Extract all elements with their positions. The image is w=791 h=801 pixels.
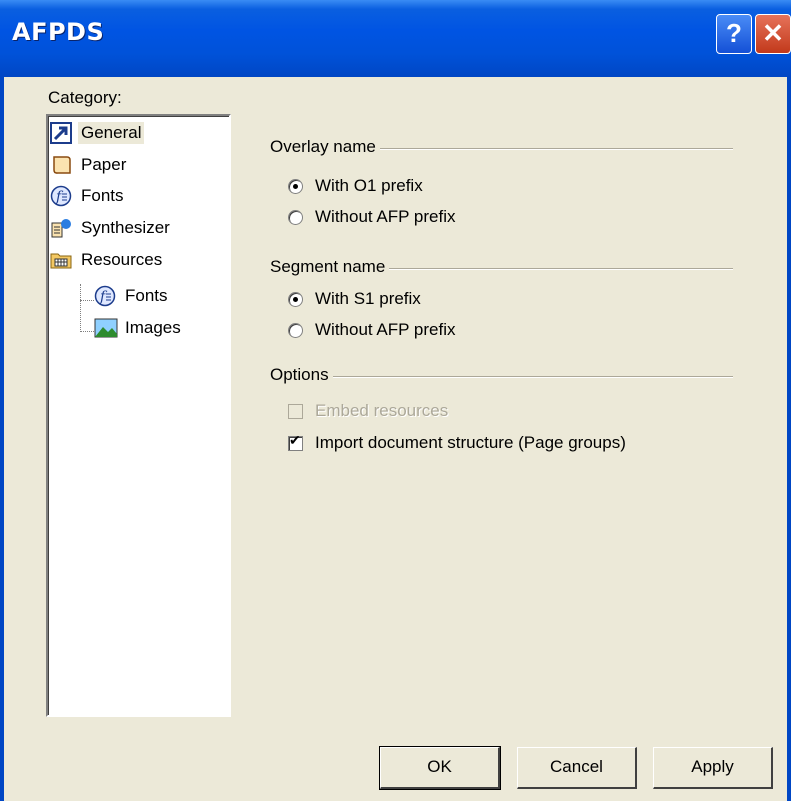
segment-group-title: Segment name: [270, 257, 390, 277]
fonts-icon: f: [94, 285, 116, 307]
ok-button[interactable]: OK: [379, 746, 501, 790]
sidebar-item-resources-fonts[interactable]: f Fonts: [94, 283, 171, 309]
window-title: AFPDS: [12, 18, 105, 46]
radio-button[interactable]: [288, 322, 303, 338]
overlay-with-prefix-option[interactable]: With O1 prefix: [288, 176, 423, 196]
cancel-button[interactable]: Cancel: [517, 747, 637, 789]
radio-button[interactable]: [288, 178, 303, 194]
radio-label: With O1 prefix: [315, 176, 423, 195]
import-structure-option[interactable]: Import document structure (Page groups): [288, 432, 626, 453]
paper-icon: [50, 154, 72, 176]
radio-label: Without AFP prefix: [315, 320, 456, 339]
overlay-without-prefix-option[interactable]: Without AFP prefix: [288, 207, 455, 227]
window-frame-left: [0, 77, 4, 801]
title-bar[interactable]: AFPDS ? ✕: [0, 0, 791, 77]
sidebar-item-images[interactable]: Images: [94, 315, 184, 341]
radio-button[interactable]: [288, 291, 303, 307]
tree-connector: [80, 284, 81, 332]
synthesizer-icon: [50, 217, 72, 239]
sidebar-item-synthesizer[interactable]: Synthesizer: [50, 215, 173, 241]
sidebar-item-label: General: [78, 122, 145, 144]
sidebar-item-label: Paper: [81, 155, 127, 174]
import-structure-checkbox[interactable]: [288, 432, 303, 451]
options-separator: [272, 376, 733, 378]
sidebar-item-label: Fonts: [81, 186, 124, 205]
resources-icon: [50, 249, 72, 271]
help-button[interactable]: ?: [716, 14, 752, 54]
images-icon: [94, 317, 118, 339]
tree-connector: [80, 331, 94, 332]
fonts-icon: f: [50, 185, 72, 207]
checkbox-label: Import document structure (Page groups): [315, 433, 626, 452]
afpds-dialog: AFPDS ? ✕ Category: General Paper f Font…: [0, 0, 791, 801]
apply-button[interactable]: Apply: [653, 747, 773, 789]
radio-button[interactable]: [288, 209, 303, 225]
sidebar-item-resources[interactable]: Resources: [50, 247, 165, 273]
sidebar-item-fonts[interactable]: f Fonts: [50, 183, 127, 209]
sidebar-item-label: Resources: [81, 250, 163, 269]
sidebar-item-general[interactable]: General: [50, 120, 145, 146]
overlay-group-title: Overlay name: [270, 137, 380, 157]
window-frame-right: [787, 77, 791, 801]
segment-with-prefix-option[interactable]: With S1 prefix: [288, 289, 421, 309]
options-group-title: Options: [270, 365, 333, 385]
sidebar-item-label: Images: [125, 318, 181, 337]
sidebar-item-label: Synthesizer: [81, 218, 170, 237]
category-tree[interactable]: General Paper f Fonts Synthesizer Resour…: [46, 114, 231, 717]
category-label: Category:: [48, 88, 122, 107]
embed-resources-option[interactable]: Embed resources: [288, 401, 448, 421]
sidebar-item-label: Fonts: [125, 286, 168, 305]
radio-label: Without AFP prefix: [315, 207, 456, 226]
embed-resources-checkbox[interactable]: [288, 403, 303, 419]
segment-without-prefix-option[interactable]: Without AFP prefix: [288, 320, 455, 340]
tree-connector: [80, 300, 94, 301]
radio-label: With S1 prefix: [315, 289, 421, 308]
close-button[interactable]: ✕: [755, 14, 791, 54]
general-icon: [50, 122, 72, 144]
checkbox-label: Embed resources: [315, 401, 449, 420]
sidebar-item-paper[interactable]: Paper: [50, 152, 129, 178]
